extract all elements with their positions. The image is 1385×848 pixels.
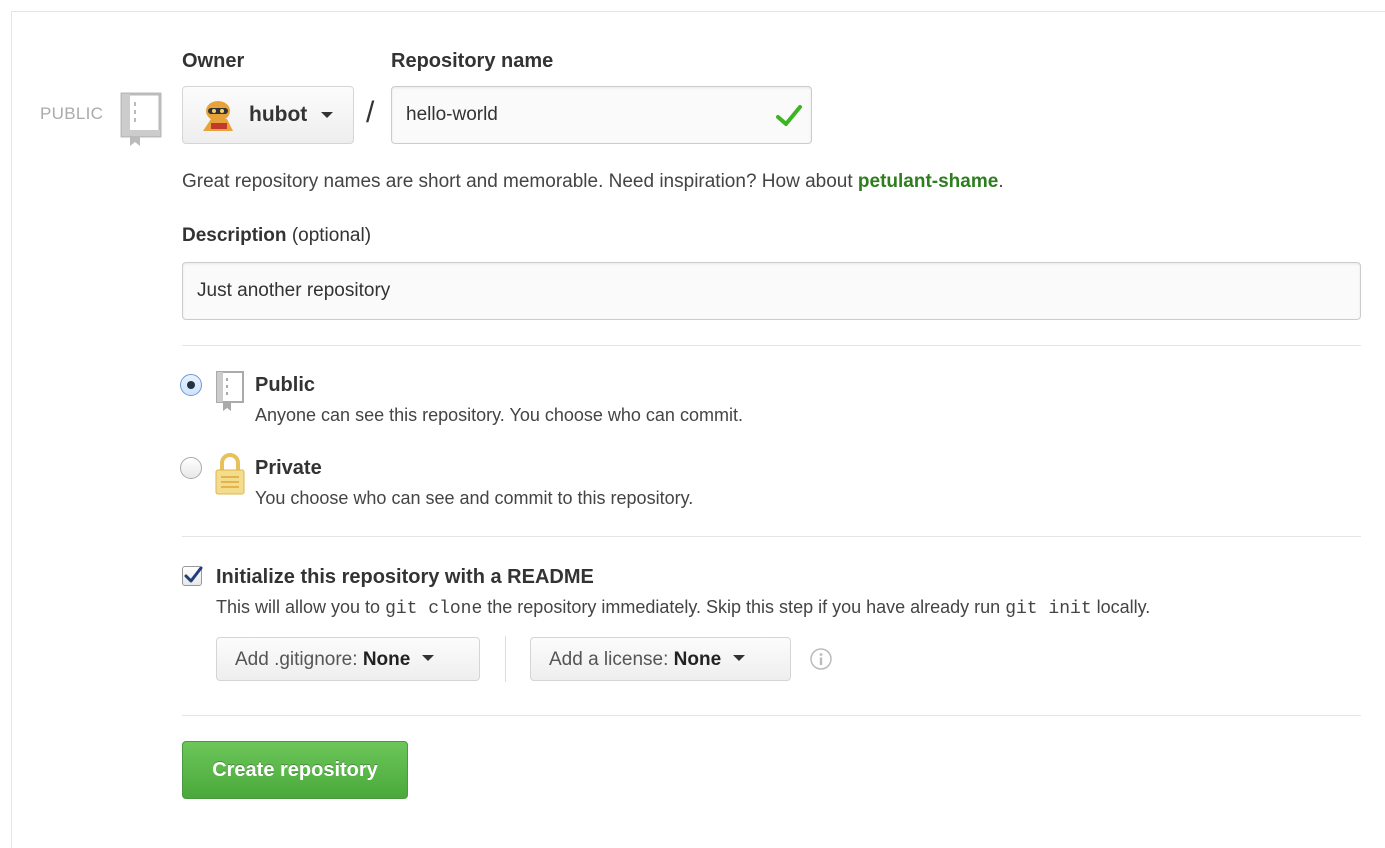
create-repository-button[interactable]: Create repository <box>182 741 408 799</box>
license-select[interactable]: Add a license: None <box>530 637 791 681</box>
description-value: Just another repository <box>197 280 391 301</box>
lock-icon <box>215 453 245 495</box>
info-icon[interactable] <box>809 647 833 671</box>
readme-checkbox[interactable] <box>182 566 203 586</box>
gitignore-select[interactable]: Add .gitignore: None <box>216 637 480 681</box>
name-hint: Great repository names are short and mem… <box>182 171 1004 192</box>
chevron-down-icon <box>422 654 435 661</box>
private-option-desc: You choose who can see and commit to thi… <box>255 488 694 508</box>
divider <box>182 345 1361 346</box>
visibility-tag: PUBLIC <box>40 104 104 123</box>
name-suggestion-link[interactable]: petulant-shame <box>858 171 998 192</box>
public-radio[interactable] <box>180 374 202 396</box>
checkbox-check-icon <box>184 566 203 583</box>
description-input[interactable]: Just another repository <box>182 262 1361 320</box>
chevron-down-icon <box>321 112 333 118</box>
divider <box>182 715 1361 716</box>
checkmark-icon <box>776 105 802 126</box>
readme-desc: This will allow you to git clone the rep… <box>216 597 1151 619</box>
public-option-desc: Anyone can see this repository. You choo… <box>255 405 743 425</box>
readme-title: Initialize this repository with a README <box>216 566 594 588</box>
repository-name-value: hello-world <box>406 104 498 125</box>
divider <box>505 636 506 682</box>
repo-icon <box>120 92 162 146</box>
owner-repo-separator: / <box>366 96 375 129</box>
private-radio[interactable] <box>180 457 202 479</box>
public-option-title: Public <box>255 374 316 396</box>
repository-name-input[interactable]: hello-world <box>391 86 812 144</box>
repo-icon <box>216 371 244 411</box>
chevron-down-icon <box>733 654 746 661</box>
divider <box>182 536 1361 537</box>
repo-name-label: Repository name <box>391 50 554 72</box>
description-label: Description (optional) <box>182 225 372 246</box>
owner-avatar <box>203 101 233 131</box>
private-option-title: Private <box>255 457 322 479</box>
owner-label: Owner <box>182 50 245 72</box>
owner-select-button[interactable]: hubot <box>182 86 354 144</box>
owner-name: hubot <box>249 103 308 126</box>
